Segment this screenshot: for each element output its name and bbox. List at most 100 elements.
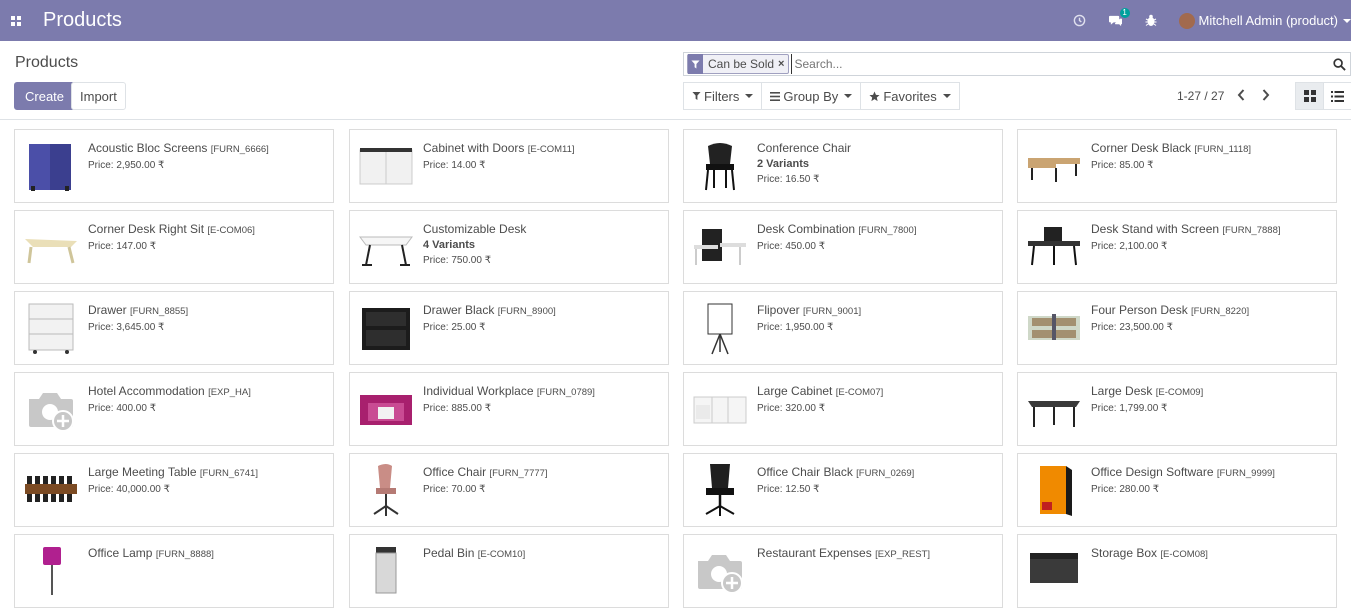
product-info: Office Lamp [FURN_8888] — [88, 546, 328, 562]
product-name: Acoustic Bloc Screens — [88, 141, 208, 155]
product-price: Price: 320.00 ₹ — [757, 403, 826, 414]
search-input[interactable] — [791, 54, 1330, 74]
product-name: Desk Stand with Screen — [1091, 222, 1220, 236]
chevron-down-icon — [1343, 18, 1351, 23]
product-info: Flipover [FURN_9001] Price: 1,950.00 ₹ — [757, 303, 997, 334]
product-reference: [FURN_0789] — [536, 387, 595, 398]
product-name: Drawer — [88, 303, 127, 317]
product-info: Large Desk [E-COM09] Price: 1,799.00 ₹ — [1091, 384, 1331, 415]
debug-bug-icon[interactable] — [1134, 0, 1168, 41]
product-card[interactable]: Large Desk [E-COM09] Price: 1,799.00 ₹ — [1017, 372, 1337, 446]
product-image — [358, 543, 414, 599]
product-reference: [E-COM07] — [835, 387, 884, 398]
product-image — [23, 381, 79, 437]
product-reference: [FURN_7777] — [489, 468, 548, 479]
product-name: Drawer Black — [423, 303, 495, 317]
product-title: Conference Chair — [757, 141, 997, 155]
product-card[interactable]: Office Chair [FURN_7777] Price: 70.00 ₹ — [349, 453, 669, 527]
favorites-dropdown[interactable]: Favorites — [860, 82, 960, 110]
product-card[interactable]: Corner Desk Black [FURN_1118] Price: 85.0… — [1017, 129, 1337, 203]
product-title: Drawer [FURN_8855] — [88, 303, 328, 319]
facet-remove-icon[interactable]: × — [778, 58, 788, 70]
product-card[interactable]: Storage Box [E-COM08] — [1017, 534, 1337, 608]
product-price: Price: 70.00 ₹ — [423, 484, 486, 495]
product-title: Office Chair [FURN_7777] — [423, 465, 663, 481]
product-name: Large Desk — [1091, 384, 1153, 398]
product-name: Office Design Software — [1091, 465, 1214, 479]
product-card[interactable]: Office Design Software [FURN_9999] Price:… — [1017, 453, 1337, 527]
product-card[interactable]: Four Person Desk [FURN_8220] Price: 23,50… — [1017, 291, 1337, 365]
search-icon[interactable] — [1330, 53, 1348, 75]
messages-icon[interactable]: 1 — [1097, 0, 1134, 41]
product-reference: [FURN_8220] — [1191, 306, 1250, 317]
apps-menu-icon[interactable] — [1, 0, 31, 41]
product-card[interactable]: Office Chair Black [FURN_0269] Price: 12.… — [683, 453, 1003, 527]
product-card[interactable]: Desk Stand with Screen [FURN_7888] Price:… — [1017, 210, 1337, 284]
product-card[interactable]: Customizable Desk 4 Variants Price: 750.00… — [349, 210, 669, 284]
product-title: Large Meeting Table [FURN_6741] — [88, 465, 328, 481]
product-name: Hotel Accommodation — [88, 384, 205, 398]
product-title: Large Desk [E-COM09] — [1091, 384, 1331, 400]
product-price: Price: 1,950.00 ₹ — [757, 322, 834, 333]
product-image — [1026, 138, 1082, 194]
chevron-right-icon[interactable] — [1259, 85, 1273, 105]
product-info: Office Design Software [FURN_9999] Price:… — [1091, 465, 1331, 496]
product-image — [23, 138, 79, 194]
product-card[interactable]: Drawer Black [FURN_8900] Price: 25.00 ₹ — [349, 291, 669, 365]
product-image — [23, 219, 79, 275]
product-card[interactable]: Restaurant Expenses [EXP_REST] — [683, 534, 1003, 608]
kanban-view-button[interactable] — [1295, 82, 1324, 110]
product-card[interactable]: Pedal Bin [E-COM10] — [349, 534, 669, 608]
create-button[interactable]: Create — [14, 82, 76, 110]
chevron-left-icon[interactable] — [1234, 85, 1248, 105]
product-price: Price: 280.00 ₹ — [1091, 484, 1160, 495]
product-card[interactable]: Hotel Accommodation [EXP_HA] Price: 400.0… — [14, 372, 334, 446]
product-info: Desk Combination [FURN_7800] Price: 450.0… — [757, 222, 997, 253]
import-button[interactable]: Import — [71, 82, 126, 110]
app-title[interactable]: Products — [43, 9, 122, 32]
list-icon — [1331, 90, 1344, 102]
product-card[interactable]: Acoustic Bloc Screens [FURN_6666] Price: … — [14, 129, 334, 203]
product-title: Storage Box [E-COM08] — [1091, 546, 1331, 562]
product-card[interactable]: Flipover [FURN_9001] Price: 1,950.00 ₹ — [683, 291, 1003, 365]
product-card[interactable]: Conference Chair 2 Variants Price: 16.50 ₹ — [683, 129, 1003, 203]
product-card[interactable]: Corner Desk Right Sit [E-COM06] Price: 14… — [14, 210, 334, 284]
product-info: Office Chair Black [FURN_0269] Price: 12.… — [757, 465, 997, 496]
filters-dropdown[interactable]: Filters — [683, 82, 763, 110]
product-reference: [FURN_0269] — [856, 468, 915, 479]
product-reference: [EXP_REST] — [875, 549, 930, 560]
product-card[interactable]: Large Meeting Table [FURN_6741] Price: 40… — [14, 453, 334, 527]
product-title: Pedal Bin [E-COM10] — [423, 546, 663, 562]
search-bar: Can be Sold × — [683, 52, 1351, 76]
product-price: Price: 450.00 ₹ — [757, 241, 826, 252]
product-card[interactable]: Desk Combination [FURN_7800] Price: 450.0… — [683, 210, 1003, 284]
activity-clock-icon[interactable] — [1062, 0, 1097, 41]
product-info: Corner Desk Black [FURN_1118] Price: 85.0… — [1091, 141, 1331, 172]
product-card[interactable]: Office Lamp [FURN_8888] — [14, 534, 334, 608]
product-title: Office Lamp [FURN_8888] — [88, 546, 328, 562]
product-name: Office Lamp — [88, 546, 153, 560]
product-title: Cabinet with Doors [E-COM11] — [423, 141, 663, 157]
list-view-button[interactable] — [1323, 82, 1351, 110]
pager-value[interactable]: 1-27 / 27 — [1177, 89, 1224, 103]
groupby-dropdown[interactable]: Group By — [761, 82, 862, 110]
product-price: Price: 12.50 ₹ — [757, 484, 820, 495]
product-image — [692, 381, 748, 437]
product-price: Price: 85.00 ₹ — [1091, 160, 1154, 171]
product-title: Flipover [FURN_9001] — [757, 303, 997, 319]
user-menu[interactable]: Mitchell Admin (product) — [1168, 0, 1351, 41]
product-card[interactable]: Individual Workplace [FURN_0789] Price: 8… — [349, 372, 669, 446]
product-info: Drawer Black [FURN_8900] Price: 25.00 ₹ — [423, 303, 663, 334]
product-variants: 2 Variants — [757, 158, 809, 170]
product-image — [1026, 300, 1082, 356]
product-title: Corner Desk Black [FURN_1118] — [1091, 141, 1331, 157]
product-title: Individual Workplace [FURN_0789] — [423, 384, 663, 400]
product-name: Conference Chair — [757, 141, 852, 155]
product-card[interactable]: Cabinet with Doors [E-COM11] Price: 14.00… — [349, 129, 669, 203]
product-reference: [FURN_8900] — [497, 306, 556, 317]
product-image — [358, 381, 414, 437]
product-card[interactable]: Large Cabinet [E-COM07] Price: 320.00 ₹ — [683, 372, 1003, 446]
avatar — [1178, 12, 1195, 29]
product-price: Price: 2,950.00 ₹ — [88, 160, 165, 171]
product-card[interactable]: Drawer [FURN_8855] Price: 3,645.00 ₹ — [14, 291, 334, 365]
